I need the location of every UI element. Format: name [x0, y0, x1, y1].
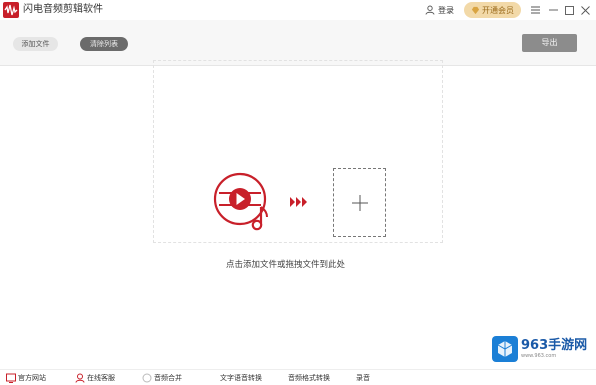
- watermark: 963手游网 www.963.com: [492, 332, 590, 366]
- close-icon[interactable]: [579, 3, 591, 17]
- merge-icon: [142, 373, 152, 383]
- login-button[interactable]: 登录: [425, 3, 454, 17]
- add-file-button[interactable]: 添加文件: [13, 37, 58, 51]
- menu-icon[interactable]: [529, 3, 541, 17]
- add-file-drop-button[interactable]: [333, 168, 386, 237]
- login-label: 登录: [438, 5, 454, 15]
- drop-hint-text: 点击添加文件或拖拽文件到此处: [226, 260, 346, 270]
- format-convert-label: 音频格式转换: [288, 374, 330, 382]
- support-label: 在线客服: [87, 374, 115, 382]
- record-link[interactable]: 录音: [356, 372, 370, 384]
- drop-zone[interactable]: [153, 60, 443, 243]
- title-bar: 闪电音频剪辑软件 登录 开通会员: [0, 0, 596, 20]
- website-link[interactable]: 官方网站: [6, 372, 46, 384]
- watermark-title: 963手游网: [521, 337, 588, 353]
- triple-arrow-icon: [290, 197, 307, 207]
- support-icon: [75, 373, 85, 383]
- export-button[interactable]: 导出: [522, 34, 577, 52]
- user-icon: [425, 5, 435, 15]
- bottom-bar: 官方网站 在线客服 音频合并 文字语音转换 音频格式转换 录音: [0, 369, 596, 385]
- support-link[interactable]: 在线客服: [75, 372, 115, 384]
- music-disc-icon: [213, 172, 268, 231]
- vip-gem-icon: [471, 6, 480, 14]
- website-icon: [6, 373, 16, 383]
- app-logo-icon: [3, 2, 19, 18]
- text-to-speech-label: 文字语音转换: [220, 374, 262, 382]
- format-convert-link[interactable]: 音频格式转换: [288, 372, 330, 384]
- vip-button[interactable]: 开通会员: [464, 2, 521, 18]
- record-label: 录音: [356, 374, 370, 382]
- watermark-logo-icon: [492, 336, 518, 362]
- website-label: 官方网站: [18, 374, 46, 382]
- watermark-subtitle: www.963.com: [521, 352, 557, 359]
- minimize-icon[interactable]: [547, 3, 559, 17]
- audio-merge-label: 音频合并: [154, 374, 182, 382]
- text-to-speech-link[interactable]: 文字语音转换: [220, 372, 262, 384]
- vip-label: 开通会员: [482, 5, 514, 15]
- clear-list-button[interactable]: 清除列表: [80, 37, 128, 51]
- maximize-icon[interactable]: [563, 3, 575, 17]
- plus-icon: [351, 194, 368, 211]
- app-title: 闪电音频剪辑软件: [23, 4, 103, 15]
- audio-merge-link[interactable]: 音频合并: [142, 372, 182, 384]
